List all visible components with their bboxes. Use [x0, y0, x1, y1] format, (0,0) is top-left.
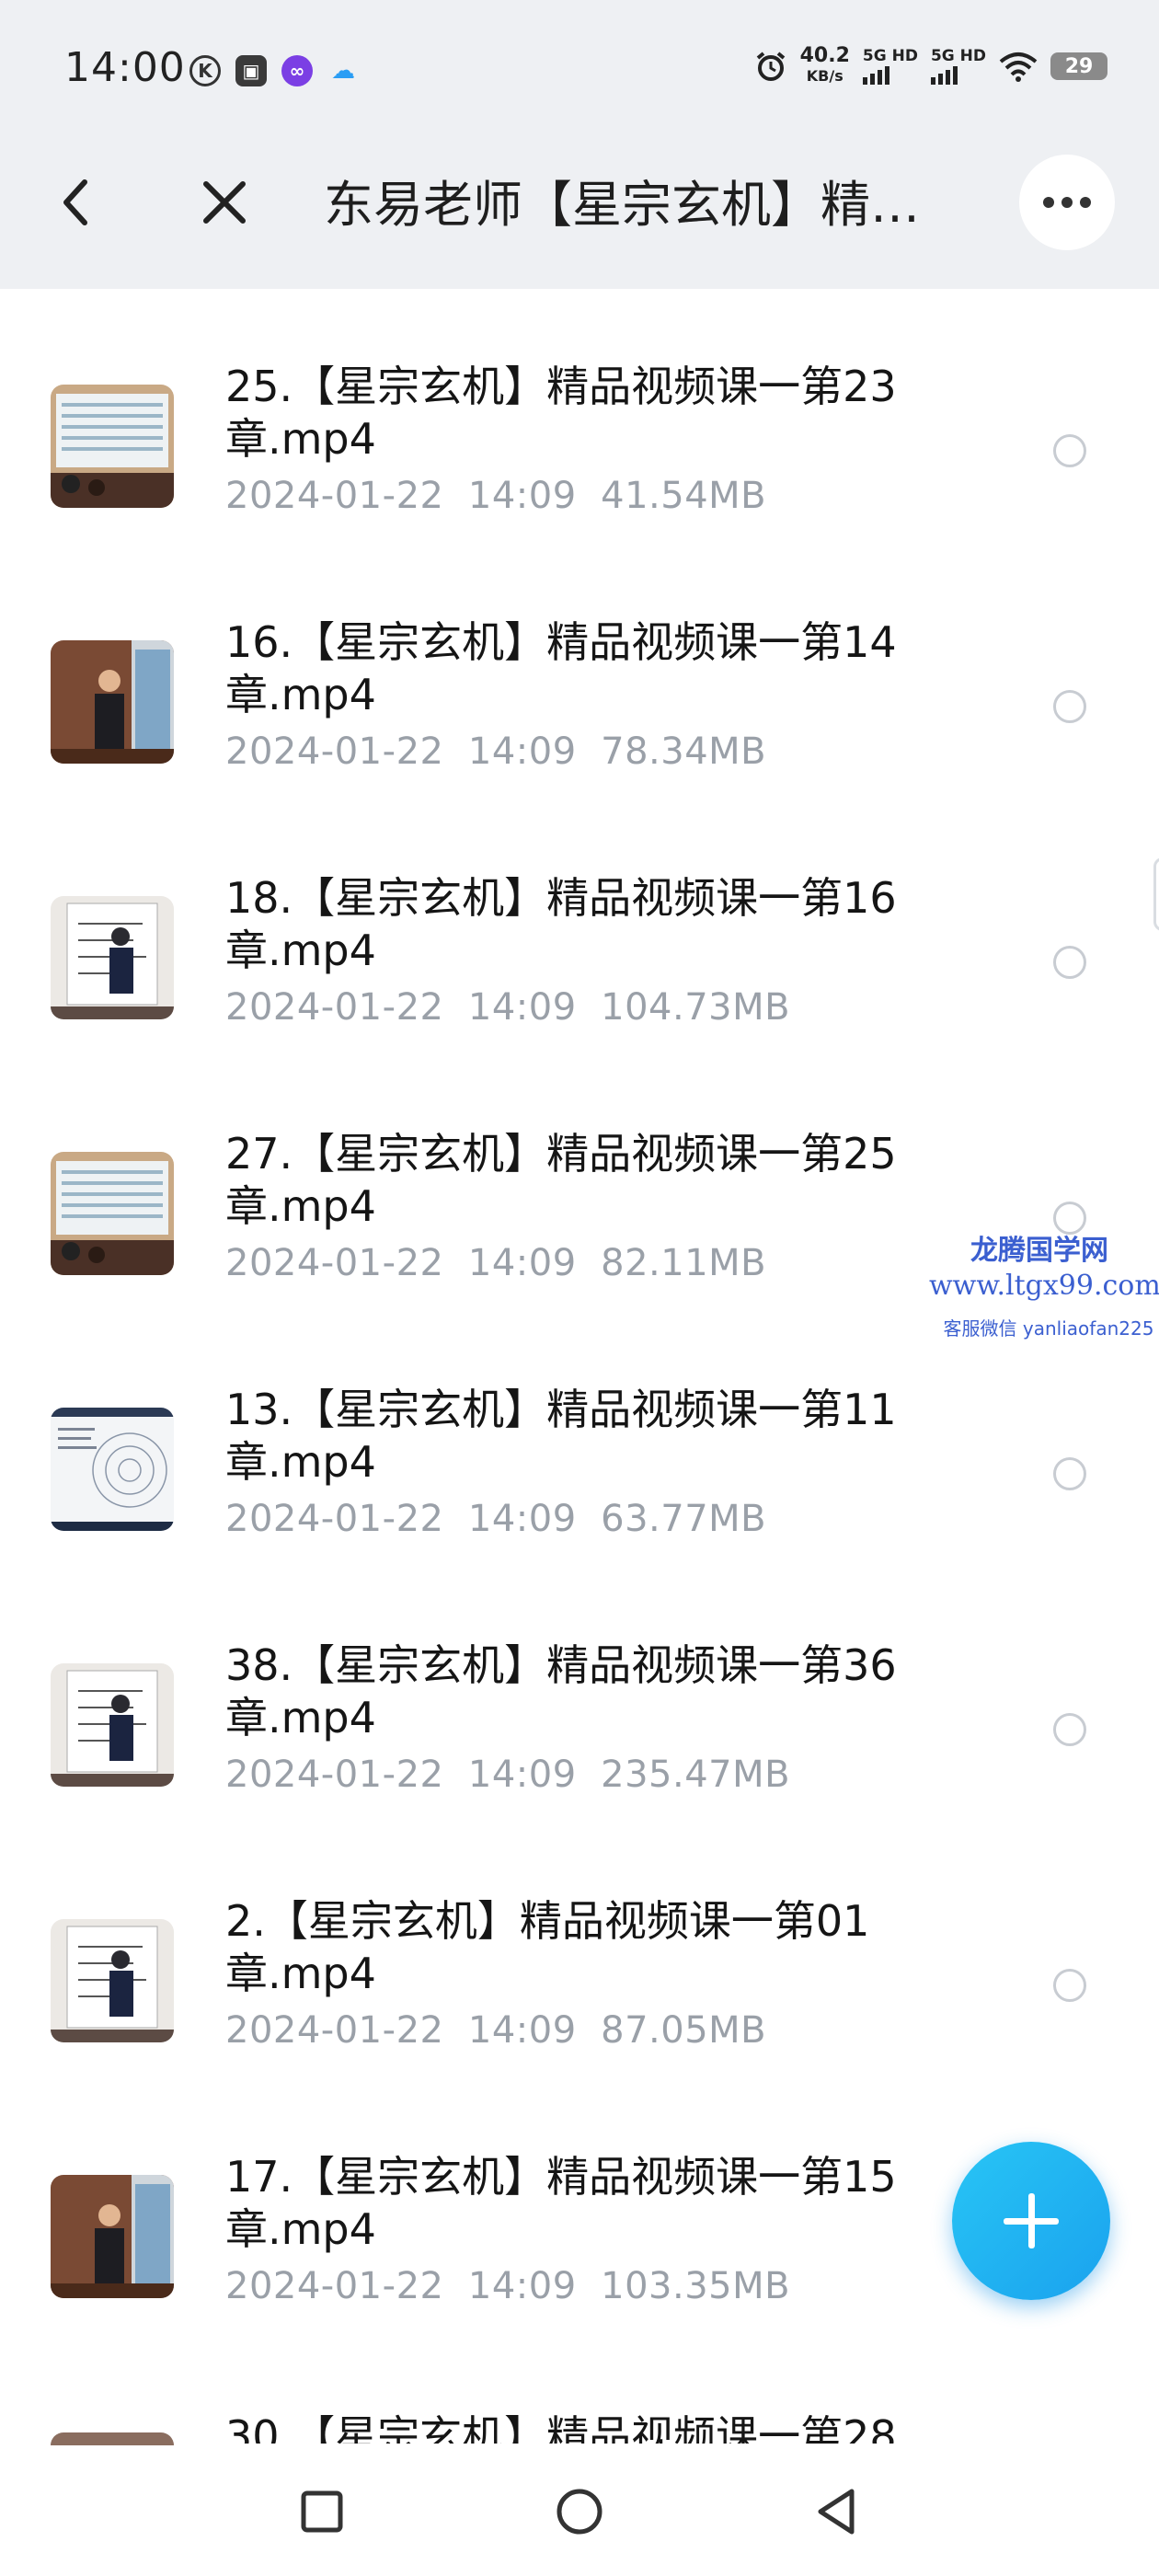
sim2-signal: 5G HD — [930, 48, 986, 85]
file-thumbnail — [51, 1663, 174, 1787]
close-icon[interactable] — [197, 175, 252, 230]
status-time: 14:00 — [64, 44, 186, 91]
file-size: 63.77MB — [601, 1498, 767, 1540]
file-name: 38.【星宗玄机】精品视频课一第36章.mp4 — [225, 1640, 897, 1742]
file-name-partial[interactable]: 30.【星宗玄机】精品视频课一第28章.mp4 — [225, 2410, 924, 2444]
file-date: 2024-01-22 — [225, 1498, 444, 1540]
file-time: 14:09 — [467, 986, 577, 1029]
file-meta: 2024-01-22 14:09 103.35MB — [225, 2265, 790, 2307]
alarm-clock-icon — [756, 52, 785, 81]
file-name: 17.【星宗玄机】精品视频课一第15章.mp4 — [225, 2152, 897, 2254]
page-title: 东易老师【星宗玄机】精品视频课【完结】 — [324, 176, 968, 234]
file-thumbnail-partial[interactable] — [51, 2432, 174, 2445]
file-time: 14:09 — [467, 475, 577, 517]
more-horizontal-icon — [1043, 197, 1054, 208]
triangle-back-icon[interactable] — [809, 2484, 865, 2539]
file-meta: 2024-01-22 14:09 87.05MB — [225, 2009, 766, 2052]
file-name: 18.【星宗玄机】精品视频课一第16章.mp4 — [225, 873, 897, 975]
chevron-left-icon[interactable] — [53, 175, 99, 230]
file-row[interactable]: 38.【星宗玄机】精品视频课一第36章.mp4 2024-01-22 14:09 … — [0, 1621, 1159, 1877]
file-row[interactable]: 13.【星宗玄机】精品视频课一第11章.mp4 2024-01-22 14:09 … — [0, 1365, 1159, 1621]
file-row[interactable]: 2.【星宗玄机】精品视频课一第01章.mp4 2024-01-22 14:09 8… — [0, 1877, 1159, 2133]
file-time: 14:09 — [467, 1498, 577, 1540]
watermark-url: www.ltgx99.com — [929, 1270, 1159, 1302]
file-thumbnail — [51, 896, 174, 1019]
file-size: 103.35MB — [601, 2265, 791, 2307]
watermark-title: 龙腾国学网 — [970, 1235, 1108, 1267]
file-name: 25.【星宗玄机】精品视频课一第23章.mp4 — [225, 362, 897, 464]
file-date: 2024-01-22 — [225, 2009, 444, 2052]
photo-app-icon: ▣ — [235, 55, 267, 86]
file-meta: 2024-01-22 14:09 104.73MB — [225, 986, 790, 1029]
select-radio[interactable] — [1053, 434, 1086, 467]
status-bar: 14:00 K ▣ ∞ ☁ 40.2 KB/s 5G HD 5G HD 29 — [0, 0, 1159, 116]
file-meta: 2024-01-22 14:09 78.34MB — [225, 730, 766, 773]
net-speed: 40.2 KB/s — [799, 44, 850, 86]
select-radio[interactable] — [1053, 1457, 1086, 1490]
file-size: 41.54MB — [601, 475, 767, 517]
file-size: 78.34MB — [601, 730, 767, 773]
file-row[interactable]: 25.【星宗玄机】精品视频课一第23章.mp4 2024-01-22 14:09 … — [0, 342, 1159, 598]
file-row[interactable]: 16.【星宗玄机】精品视频课一第14章.mp4 2024-01-22 14:09 … — [0, 598, 1159, 854]
file-size: 104.73MB — [601, 986, 791, 1029]
file-size: 87.05MB — [601, 2009, 767, 2052]
battery-indicator: 29 — [1050, 52, 1107, 80]
file-thumbnail — [51, 1919, 174, 2042]
file-time: 14:09 — [467, 1242, 577, 1284]
file-name: 16.【星宗玄机】精品视频课一第14章.mp4 — [225, 617, 897, 719]
select-radio[interactable] — [1053, 1969, 1086, 2002]
file-time: 14:09 — [467, 1754, 577, 1796]
file-date: 2024-01-22 — [225, 2265, 444, 2307]
file-meta: 2024-01-22 14:09 41.54MB — [225, 475, 766, 517]
file-name: 13.【星宗玄机】精品视频课一第11章.mp4 — [225, 1385, 897, 1487]
file-date: 2024-01-22 — [225, 1754, 444, 1796]
file-date: 2024-01-22 — [225, 730, 444, 773]
file-meta: 2024-01-22 14:09 82.11MB — [225, 1242, 766, 1284]
watermark-contact: 客服微信 yanliaofan225 — [943, 1317, 1154, 1340]
wifi-icon — [999, 52, 1038, 82]
file-meta: 2024-01-22 14:09 235.47MB — [225, 1754, 790, 1796]
square-icon[interactable] — [294, 2484, 350, 2539]
file-size: 235.47MB — [601, 1754, 791, 1796]
file-thumbnail — [51, 1152, 174, 1275]
select-radio[interactable] — [1053, 1713, 1086, 1746]
file-meta: 2024-01-22 14:09 63.77MB — [225, 1498, 766, 1540]
file-size: 82.11MB — [601, 1242, 767, 1284]
infinity-app-icon: ∞ — [281, 55, 313, 86]
file-time: 14:09 — [467, 2265, 577, 2307]
select-radio[interactable] — [1053, 690, 1086, 723]
file-thumbnail — [51, 385, 174, 508]
file-name: 27.【星宗玄机】精品视频课一第25章.mp4 — [225, 1129, 897, 1231]
cloud-app-icon: ☁ — [331, 57, 355, 85]
sim1-signal: 5G HD — [862, 48, 918, 85]
file-time: 14:09 — [467, 730, 577, 773]
circle-icon[interactable] — [552, 2484, 607, 2539]
select-radio[interactable] — [1053, 946, 1086, 979]
file-time: 14:09 — [467, 2009, 577, 2052]
file-name: 2.【星宗玄机】精品视频课一第01章.mp4 — [225, 1896, 870, 1998]
file-thumbnail — [51, 1408, 174, 1531]
more-options-button[interactable] — [1019, 155, 1115, 250]
file-date: 2024-01-22 — [225, 475, 444, 517]
file-thumbnail — [51, 640, 174, 764]
file-date: 2024-01-22 — [225, 1242, 444, 1284]
add-button[interactable] — [952, 2142, 1110, 2300]
file-row[interactable]: 18.【星宗玄机】精品视频课一第16章.mp4 2024-01-22 14:09 … — [0, 854, 1159, 1110]
file-date: 2024-01-22 — [225, 986, 444, 1029]
k-circle-icon: K — [189, 55, 221, 86]
file-thumbnail — [51, 2175, 174, 2298]
